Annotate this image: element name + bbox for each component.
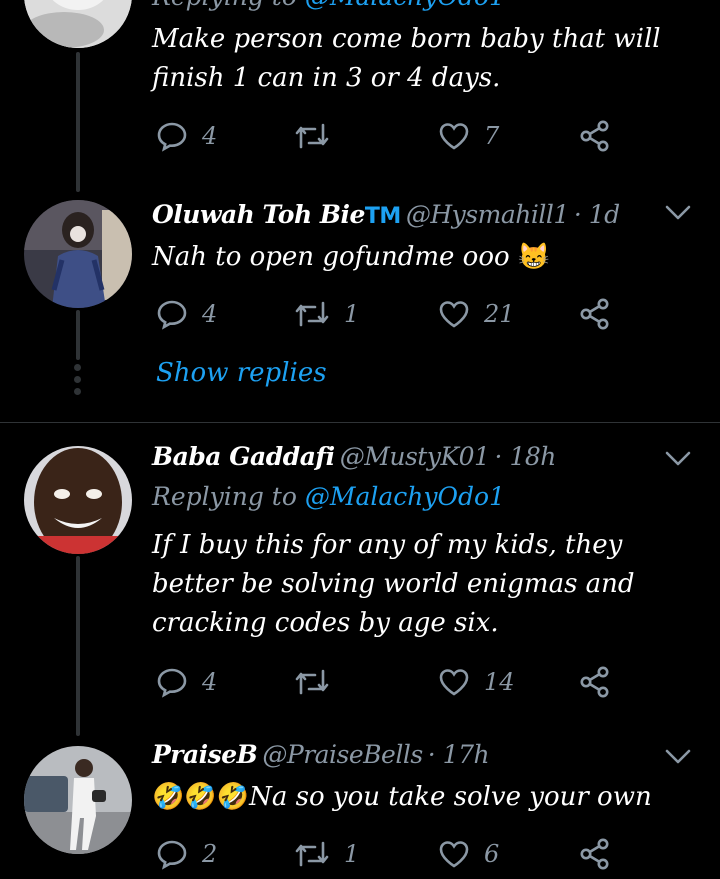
retweet-button[interactable] [294,116,344,156]
display-name[interactable]: Baba Gaddafi [152,442,335,471]
share-icon [580,298,609,330]
reply-count: 4 [202,122,218,150]
reply-count: 2 [202,840,218,868]
chevron-down-icon [665,451,691,466]
replying-to: Replying to @MalachyOdo1 [152,0,505,11]
more-options-button[interactable] [664,204,692,226]
mention-link[interactable]: @MalachyOdo1 [305,0,505,11]
avatar[interactable] [24,746,132,854]
display-name[interactable]: Oluwah Toh Bie [152,200,365,229]
retweet-icon [295,841,329,867]
display-name[interactable]: PraiseB [152,740,258,769]
retweet-count: 1 [344,300,360,328]
like-count: 14 [484,668,515,696]
tweet-actions: 4 14 [152,662,632,702]
avatar[interactable] [24,0,132,48]
more-options-button[interactable] [664,748,692,770]
avatar[interactable] [24,200,132,308]
tweet-text: Make person come born baby that will fin… [152,24,661,93]
user-handle[interactable]: @PraiseBells [262,740,423,769]
more-options-button[interactable] [664,450,692,472]
tweet-header: Oluwah Toh BieTM @Hysmahill1 · 1d [152,200,620,229]
emoji: 😸 [517,242,551,272]
chevron-down-icon [665,205,691,220]
share-icon [580,120,609,152]
share-button[interactable] [578,116,612,156]
share-button[interactable] [578,662,612,702]
tweet-text: If I buy this for any of my kids, they b… [152,530,635,638]
tweet-header: PraiseB @PraiseBells · 17h [152,740,490,769]
tweet-actions: 4 7 [152,116,632,156]
like-count: 6 [484,840,500,868]
reply-button[interactable]: 4 [156,294,217,334]
reply-button[interactable]: 2 [156,834,217,874]
tweet-actions: 2 1 6 [152,834,632,874]
reply-icon [157,300,187,330]
heart-icon [439,301,469,328]
tweet-header: Baba Gaddafi @MustyK01 · 18h [152,442,556,471]
retweet-icon [295,669,329,695]
timestamp[interactable]: · 17h [428,740,490,769]
heart-icon [439,669,469,696]
tweet-actions: 4 1 21 [152,294,632,334]
thread-line [76,310,80,360]
like-count: 21 [484,300,515,328]
share-button[interactable] [578,294,612,334]
reply-icon [157,840,187,870]
retweet-button[interactable] [294,662,344,702]
tweet-text: 🤣🤣🤣Na so you take solve your own [152,782,652,812]
tweet-text: Nah to open gofundme ooo 😸 [152,242,551,272]
chevron-down-icon [665,749,691,764]
user-handle[interactable]: @Hysmahill1 [406,200,569,229]
more-replies-dots [74,364,82,395]
like-button[interactable]: 21 [438,294,515,334]
retweet-icon [295,123,329,149]
heart-icon [439,123,469,150]
share-button[interactable] [578,834,612,874]
reply-icon [157,668,187,698]
share-icon [580,666,609,698]
reply-icon [157,122,187,152]
heart-icon [439,841,469,868]
like-count: 7 [484,122,500,150]
retweet-icon [295,301,329,327]
user-handle[interactable]: @MustyK01 [340,442,490,471]
reply-button[interactable]: 4 [156,662,217,702]
reply-count: 4 [202,668,218,696]
share-icon [580,838,609,870]
avatar[interactable] [24,446,132,554]
mention-link[interactable]: @MalachyOdo1 [305,482,505,511]
like-button[interactable]: 6 [438,834,499,874]
retweet-count: 1 [344,840,360,868]
thread-line [76,52,80,192]
name-suffix: TM [364,204,401,229]
like-button[interactable]: 7 [438,116,499,156]
timestamp[interactable]: · 1d [574,200,620,229]
reply-button[interactable]: 4 [156,116,217,156]
like-button[interactable]: 14 [438,662,515,702]
divider [0,422,720,423]
timestamp[interactable]: · 18h [495,442,557,471]
retweet-button[interactable]: 1 [294,834,359,874]
show-replies-link[interactable]: Show replies [156,358,327,388]
thread-line [76,556,80,736]
replying-to: Replying to @MalachyOdo1 [152,482,505,511]
emoji: 🤣🤣🤣 [152,782,250,812]
reply-count: 4 [202,300,218,328]
retweet-button[interactable]: 1 [294,294,359,334]
